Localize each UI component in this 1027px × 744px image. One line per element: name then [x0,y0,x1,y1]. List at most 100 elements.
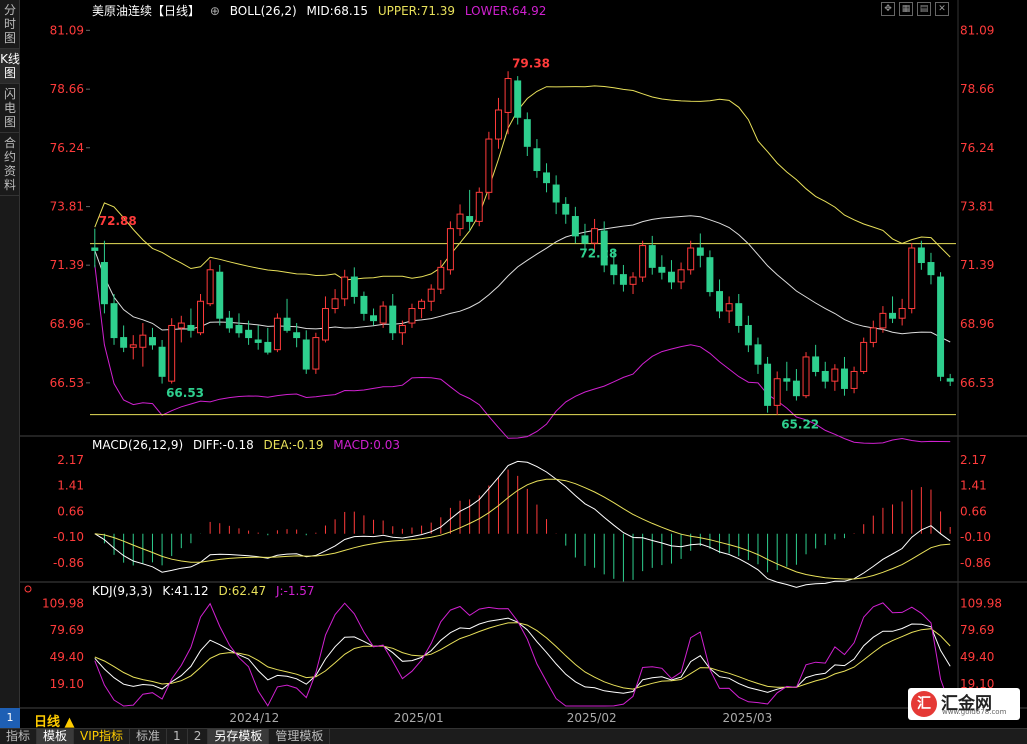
candle-body[interactable] [264,341,272,353]
candle-body[interactable] [696,247,704,256]
candle-body[interactable] [456,213,464,230]
candle-body[interactable] [869,327,877,343]
tab-time-share[interactable]: 分时图 [0,0,20,49]
candle-body[interactable] [129,344,137,348]
candle-body[interactable] [494,109,502,140]
move-icon[interactable]: ✥ [881,2,895,16]
candle-body[interactable] [466,216,474,222]
tab-contract-info[interactable]: 合约资料 [0,133,20,196]
candle-body[interactable] [821,370,829,382]
candle-body[interactable] [273,317,281,351]
candle-body[interactable] [110,303,118,339]
candle-body[interactable] [254,339,262,343]
candle-body[interactable] [927,262,935,276]
candle-body[interactable] [831,368,839,382]
candle-body[interactable] [639,245,647,278]
tab-save-template[interactable]: 另存模板 [208,729,270,744]
candle-body[interactable] [687,247,695,271]
candle-body[interactable] [552,184,560,203]
tab-vip-indicator[interactable]: VIP指标 [74,729,131,744]
price-chart-canvas[interactable]: 81.09 81.09 78.66 78.66 76.24 76.24 73.81 73.81… [20,0,1027,728]
candle-body[interactable] [533,148,541,172]
candle-body[interactable] [764,363,772,406]
kdj-label[interactable]: KDJ(9,3,3) [92,584,153,598]
candle-body[interactable] [197,300,205,334]
candle-body[interactable] [283,317,291,331]
candle-body[interactable] [100,262,108,305]
candle-body[interactable] [225,317,233,329]
candle-body[interactable] [379,305,387,324]
candle-body[interactable] [312,337,320,370]
candle-body[interactable] [331,298,339,310]
page-number-badge[interactable]: 1 [0,708,20,728]
candle-body[interactable] [802,356,810,397]
candle-body[interactable] [754,344,762,365]
candle-body[interactable] [648,245,656,268]
candle-body[interactable] [408,308,416,324]
candle-body[interactable] [206,269,214,305]
candle-body[interactable] [812,356,820,372]
candle-body[interactable] [187,324,195,331]
candle-body[interactable] [571,216,579,237]
close-icon[interactable]: ✕ [935,2,949,16]
candle-body[interactable] [937,276,945,377]
candle-body[interactable] [591,228,599,244]
candle-body[interactable] [773,378,781,406]
candle-body[interactable] [879,312,887,329]
candle-body[interactable] [619,274,627,285]
candle-body[interactable] [350,276,358,297]
candle-body[interactable] [341,276,349,300]
candle-body[interactable] [514,80,522,118]
chart-area[interactable]: 81.09 81.09 78.66 78.66 76.24 76.24 73.81 73.81… [20,0,1027,728]
candle-body[interactable] [398,324,406,334]
candle-body[interactable] [562,203,570,215]
candle-body[interactable] [446,228,454,271]
candle-body[interactable] [120,337,128,348]
candle-body[interactable] [706,257,714,293]
candle-body[interactable] [783,378,791,382]
candle-body[interactable] [504,78,512,113]
candle-body[interactable] [716,291,724,312]
candle-body[interactable] [677,269,685,283]
candle-body[interactable] [216,271,224,319]
macd-label[interactable]: MACD(26,12,9) [92,438,183,452]
candle-body[interactable] [418,300,426,310]
candle-body[interactable] [235,324,243,334]
candle-body[interactable] [658,266,666,273]
candle-body[interactable] [860,341,868,372]
candle-body[interactable] [629,276,637,285]
boll-label[interactable]: BOLL(26,2) [230,4,297,18]
candle-body[interactable] [91,247,99,251]
candle-body[interactable] [139,334,147,348]
settings-icon[interactable]: ⊕ [210,4,220,18]
tab-indicator[interactable]: 指标 [0,729,38,744]
candle-body[interactable] [437,266,445,290]
candle-body[interactable] [389,305,397,334]
candle-body[interactable] [840,368,848,389]
candle-body[interactable] [177,322,185,329]
candle-body[interactable] [667,271,675,283]
candle-body[interactable] [302,339,310,370]
candle-body[interactable] [735,303,743,326]
candle-body[interactable] [744,324,752,346]
candle-body[interactable] [908,247,916,310]
chart-icon[interactable]: ▤ [917,2,931,16]
candle-body[interactable] [475,191,483,222]
candle-body[interactable] [485,138,493,193]
candle-body[interactable] [168,324,176,382]
candle-body[interactable] [158,346,166,377]
candle-body[interactable] [245,329,253,339]
candle-body[interactable] [523,119,531,147]
tab-standard[interactable]: 标准 [130,729,168,744]
candle-body[interactable] [360,295,368,314]
tab-page-2[interactable]: 2 [188,729,209,744]
candle-body[interactable] [946,378,954,382]
candle-body[interactable] [148,337,156,346]
candle-body[interactable] [725,303,733,312]
candle-body[interactable] [293,332,301,339]
candle-body[interactable] [581,235,589,244]
tab-page-1[interactable]: 1 [167,729,188,744]
candle-body[interactable] [427,288,435,302]
candle-body[interactable] [850,370,858,389]
kdj-settings-icon[interactable] [24,585,32,593]
